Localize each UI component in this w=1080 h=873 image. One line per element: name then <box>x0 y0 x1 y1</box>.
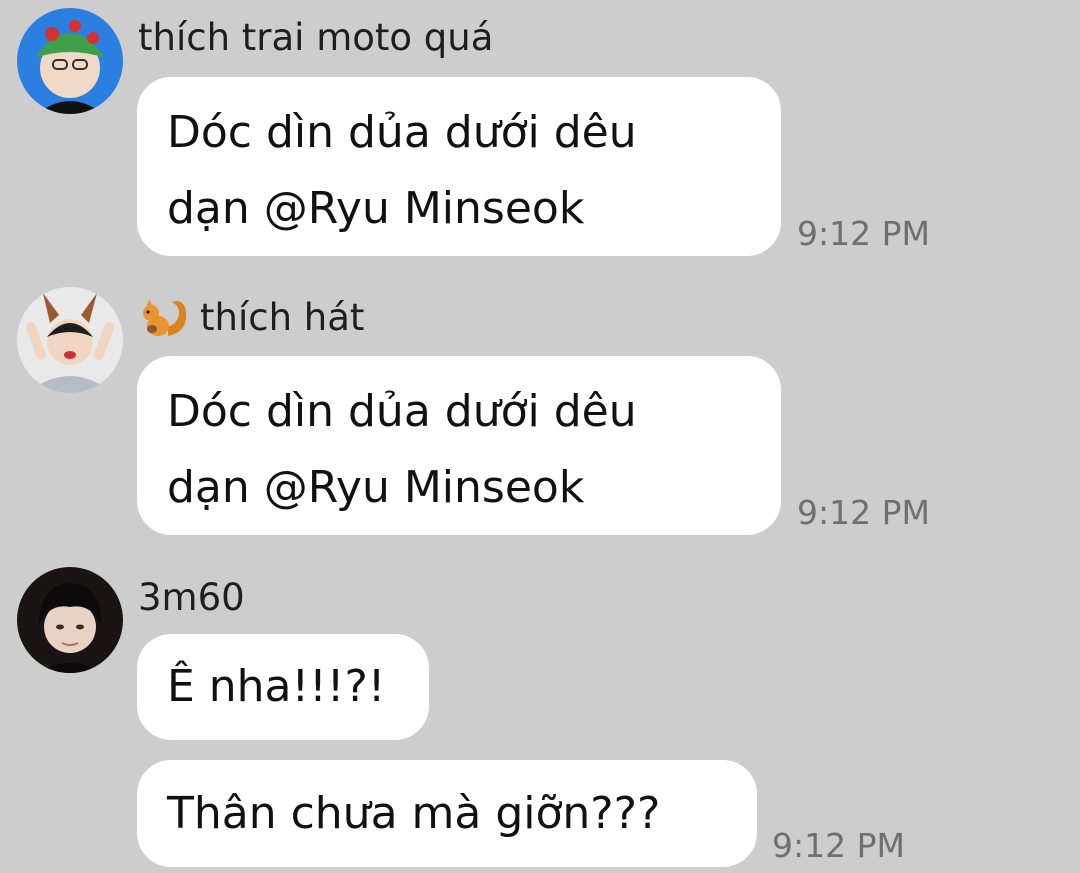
message-bubble[interactable]: Dóc dìn dủa dưới dêu dạn @Ryu Minseok <box>137 77 781 256</box>
sender-name[interactable]: thích trai moto quá <box>138 16 493 60</box>
sender-name[interactable]: 3m60 <box>138 576 245 620</box>
message-bubble[interactable]: Dóc dìn dủa dưới dêu dạn @Ryu Minseok <box>137 356 781 535</box>
avatar-icon[interactable] <box>17 8 123 114</box>
sender-name[interactable]: thích hát <box>138 296 364 340</box>
message-timestamp: 9:12 PM <box>772 826 905 865</box>
avatar-icon[interactable] <box>17 287 123 393</box>
squirrel-icon <box>138 296 190 340</box>
avatar-icon[interactable] <box>17 567 123 673</box>
message-timestamp: 9:12 PM <box>797 214 930 253</box>
message-bubble[interactable]: Ê nha!!!?! <box>137 634 429 740</box>
message-timestamp: 9:12 PM <box>797 493 930 532</box>
message-bubble[interactable]: Thân chưa mà giỡn??? <box>137 760 757 867</box>
